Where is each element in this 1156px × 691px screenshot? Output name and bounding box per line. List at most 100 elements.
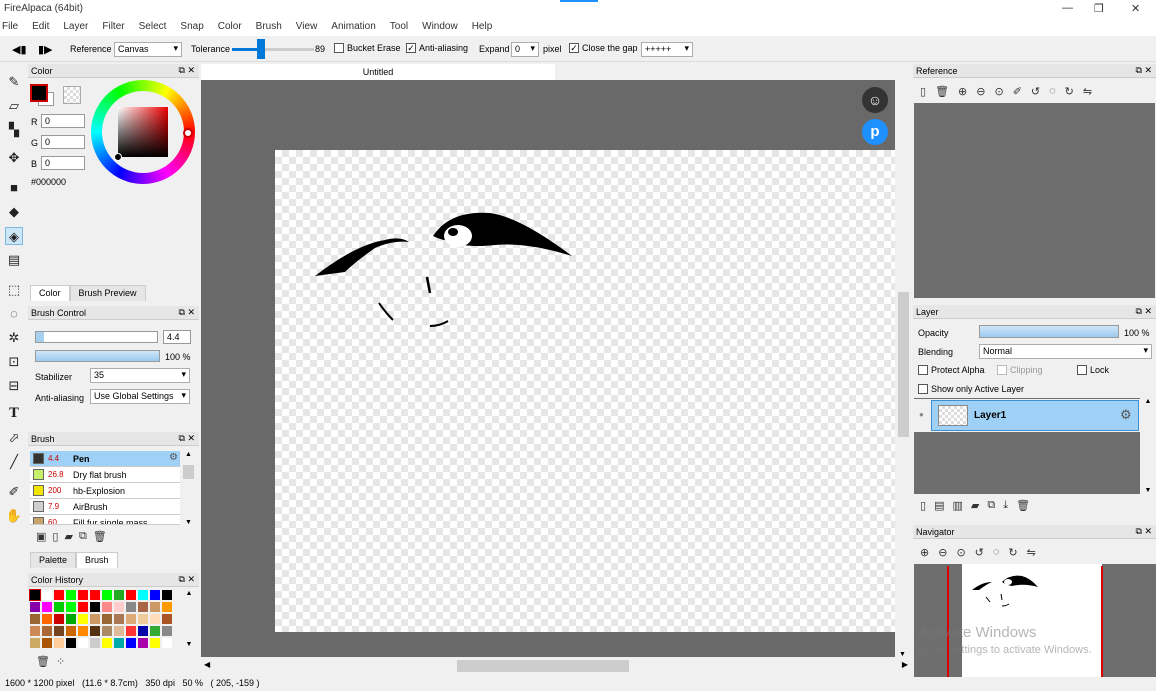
menu-layer[interactable]: Layer: [63, 21, 88, 32]
prev-frame-icon[interactable]: ◀▮: [12, 43, 27, 56]
history-swatch[interactable]: [150, 602, 160, 612]
history-swatch[interactable]: [90, 602, 100, 612]
fill-rect-tool-icon[interactable]: ■: [5, 179, 23, 197]
history-swatch[interactable]: [102, 590, 112, 600]
history-swatch[interactable]: [126, 614, 136, 624]
close-gap-checkbox[interactable]: ✓ Close the gap: [569, 42, 638, 54]
menu-animation[interactable]: Animation: [331, 21, 375, 32]
brush-item[interactable]: 4.4 Pen ⚙: [30, 451, 180, 467]
ref-rotate-reset-icon[interactable]: ◌: [1049, 85, 1056, 98]
ref-rotate-left-icon[interactable]: ↺: [1031, 85, 1040, 98]
anti-aliasing-checkbox[interactable]: ✓ Anti-aliasing: [406, 42, 468, 54]
history-swatch[interactable]: [66, 638, 76, 648]
history-swatch[interactable]: [114, 614, 124, 624]
nav-zoom-in-icon[interactable]: ⊕: [920, 546, 929, 559]
menu-view[interactable]: View: [296, 21, 318, 32]
history-swatch[interactable]: [29, 589, 41, 601]
history-swatch[interactable]: [138, 602, 148, 612]
bucket-tool-icon[interactable]: ◈: [5, 227, 23, 245]
ref-zoom-out-icon[interactable]: ⊖: [976, 85, 985, 98]
history-swatch[interactable]: [42, 626, 52, 636]
menu-filter[interactable]: Filter: [102, 21, 124, 32]
history-swatch[interactable]: [162, 602, 172, 612]
history-swatch[interactable]: [162, 590, 172, 600]
hue-wheel[interactable]: [91, 80, 195, 184]
duplicate-layer-icon[interactable]: ⧉: [987, 499, 995, 512]
nav-zoom-out-icon[interactable]: ⊖: [938, 546, 947, 559]
hue-cursor[interactable]: [183, 128, 193, 138]
expand-select[interactable]: 0: [511, 42, 539, 57]
history-swatch[interactable]: [126, 590, 136, 600]
select-pen-tool-icon[interactable]: ⊡: [5, 353, 23, 371]
brush-item[interactable]: 26.8 Dry flat brush: [30, 467, 180, 483]
history-swatch[interactable]: [90, 614, 100, 624]
history-swatch[interactable]: [30, 614, 40, 624]
history-swatch[interactable]: [150, 614, 160, 624]
history-swatch[interactable]: [66, 602, 76, 612]
reference-select[interactable]: Canvas: [114, 42, 182, 57]
history-delete-icon[interactable]: 🗑: [36, 655, 50, 668]
transparent-color-swatch[interactable]: [63, 86, 81, 104]
ref-eyedropper-icon[interactable]: ✐: [1013, 85, 1022, 98]
layer-opacity-slider[interactable]: [979, 325, 1119, 338]
restore-button[interactable]: ❐: [1094, 2, 1104, 15]
history-swatch[interactable]: [102, 638, 112, 648]
history-swatch[interactable]: [42, 614, 52, 624]
history-swatch[interactable]: [102, 602, 112, 612]
history-swatch[interactable]: [150, 590, 160, 600]
menu-select[interactable]: Select: [139, 21, 167, 32]
menu-file[interactable]: File: [2, 21, 18, 32]
blending-select[interactable]: Normal: [979, 344, 1152, 359]
lock-checkbox[interactable]: Lock: [1077, 364, 1109, 376]
history-swatch[interactable]: [78, 614, 88, 624]
ref-rotate-right-icon[interactable]: ↻: [1065, 85, 1074, 98]
gradient-tool-icon[interactable]: ▤: [5, 251, 23, 269]
history-swatch[interactable]: [42, 602, 52, 612]
divide-tool-icon[interactable]: ╱: [5, 453, 23, 471]
close-button[interactable]: ✕: [1131, 2, 1140, 15]
brush-item[interactable]: 60 Fill fur single mass: [30, 515, 180, 525]
layer-settings-gear-icon[interactable]: ⚙: [1120, 407, 1132, 423]
canvas-vertical-scrollbar[interactable]: ▼: [896, 80, 911, 660]
history-swatch[interactable]: [66, 626, 76, 636]
history-swatch[interactable]: [54, 590, 64, 600]
aa-select[interactable]: Use Global Settings: [90, 389, 190, 404]
brush-new-icon[interactable]: ▯: [52, 530, 58, 543]
new-1bit-layer-icon[interactable]: ▥: [952, 499, 962, 512]
tab-palette[interactable]: Palette: [30, 552, 77, 568]
text-tool-icon[interactable]: T: [5, 405, 23, 423]
r-input[interactable]: 0: [41, 114, 85, 128]
ref-zoom-in-icon[interactable]: ⊕: [958, 85, 967, 98]
history-swatch[interactable]: [150, 638, 160, 648]
operation-tool-icon[interactable]: ⬀: [5, 429, 23, 447]
panel-float-close-icon[interactable]: ⧉ ✕: [179, 574, 195, 585]
history-swatch[interactable]: [126, 638, 136, 648]
gap-select[interactable]: +++++: [641, 42, 693, 57]
history-swatch[interactable]: [114, 626, 124, 636]
history-swatch[interactable]: [102, 626, 112, 636]
move-tool-icon[interactable]: ✥: [5, 149, 23, 167]
brush-delete-icon[interactable]: 🗑: [93, 530, 107, 543]
layer-list-scrollbar[interactable]: ▲ ▼: [1141, 398, 1155, 494]
layer-row[interactable]: ● Layer1 ⚙: [914, 399, 1140, 432]
history-swatch[interactable]: [30, 638, 40, 648]
new-8bit-layer-icon[interactable]: ▤: [934, 499, 944, 512]
history-swatch[interactable]: [150, 626, 160, 636]
brush-folder-icon[interactable]: ▰: [64, 530, 72, 543]
fill-shape-tool-icon[interactable]: ◆: [5, 203, 23, 221]
history-swatch[interactable]: [162, 614, 172, 624]
layer-visibility-icon[interactable]: ●: [919, 410, 924, 419]
history-swatch[interactable]: [42, 638, 52, 648]
history-clear-icon[interactable]: ⁘: [56, 655, 65, 668]
menu-edit[interactable]: Edit: [32, 21, 49, 32]
history-swatch[interactable]: [54, 638, 64, 648]
minimize-button[interactable]: —: [1062, 2, 1073, 14]
brush-settings-gear-icon[interactable]: ⚙: [169, 452, 178, 463]
tab-color[interactable]: Color: [30, 285, 70, 301]
menu-snap[interactable]: Snap: [180, 21, 203, 32]
history-swatch[interactable]: [66, 590, 76, 600]
panel-float-close-icon[interactable]: ⧉ ✕: [179, 433, 195, 444]
panel-float-close-icon[interactable]: ⧉ ✕: [179, 307, 195, 318]
tab-brush-preview[interactable]: Brush Preview: [69, 285, 146, 301]
nav-rotate-reset-icon[interactable]: ◌: [993, 546, 1000, 559]
